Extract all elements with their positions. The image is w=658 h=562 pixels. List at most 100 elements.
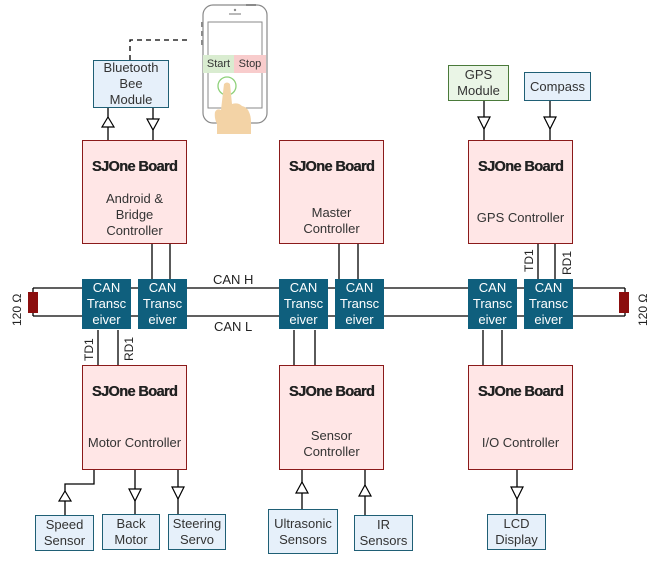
can-transceiver: CAN Transc eiver	[468, 279, 517, 329]
label-line: CAN	[148, 280, 177, 295]
sensor-controller-board: SJOne Board Sensor Controller	[279, 365, 384, 470]
label-line: Servo	[180, 532, 214, 547]
board-title: SJOne Board	[288, 159, 375, 175]
label-line: Module	[457, 83, 500, 98]
label-line: Controller	[303, 444, 360, 459]
label-line: Display	[495, 532, 538, 547]
label-line: eiver	[289, 312, 318, 327]
label-line: Sensors	[359, 533, 408, 548]
label-line: Transc	[86, 296, 127, 311]
label-line: Steering	[172, 516, 222, 531]
speed-sensor: Speed Sensor	[35, 515, 94, 551]
android-bridge-controller-board: SJOne Board Android & Bridge Controller	[82, 140, 187, 244]
label-line: Motor	[114, 532, 148, 547]
label-line: Transc	[283, 296, 324, 311]
label-line: Bridge	[115, 207, 154, 222]
stop-button[interactable]: Stop	[234, 55, 266, 73]
board-name: I/O Controller	[478, 435, 563, 451]
compass-module: Compass	[524, 72, 591, 101]
arrow-up-icon	[357, 483, 373, 497]
arrow-up-icon	[57, 489, 73, 502]
start-button[interactable]: Start	[203, 55, 234, 73]
right-terminator-resistor	[619, 292, 629, 313]
label-line: GPS Controller	[476, 210, 565, 225]
board-title: SJOne Board	[288, 384, 375, 400]
label-line: Transc	[472, 296, 513, 311]
arrow-up-icon	[100, 115, 116, 128]
wire	[64, 470, 95, 516]
gps-controller-board: SJOne Board GPS Controller	[468, 140, 573, 244]
label-line: Module	[109, 92, 153, 107]
label-line: Sensor	[310, 428, 353, 443]
io-controller-board: SJOne Board I/O Controller	[468, 365, 573, 470]
label-line: Transc	[142, 296, 183, 311]
td1-label: TD1	[82, 338, 96, 361]
bluetooth-bee-module: Bluetooth Bee Module	[93, 60, 169, 108]
master-controller-board: SJOne Board Master Controller	[279, 140, 384, 244]
arrow-down-icon	[543, 116, 557, 131]
label-line: Sensors	[279, 531, 327, 547]
label-line: eiver	[345, 312, 374, 327]
label-line: Motor Controller	[87, 435, 182, 450]
label-line: eiver	[478, 312, 507, 327]
label-line: Bee	[119, 76, 143, 91]
label-line: IR	[377, 517, 390, 532]
can-transceiver: CAN Transc eiver	[524, 279, 573, 329]
label-line: Android &	[105, 191, 164, 206]
label-line: GPS	[464, 67, 493, 82]
label-line: Back	[116, 516, 146, 531]
label-line: CAN	[345, 280, 374, 295]
board-name: Android & Bridge Controller	[102, 191, 167, 239]
label-line: CAN	[534, 280, 563, 295]
label-line: eiver	[148, 312, 177, 327]
label-line: Master	[311, 205, 352, 220]
can-transceiver: CAN Transc eiver	[138, 279, 187, 329]
label-line: Controller	[106, 223, 163, 238]
arrow-down-icon	[477, 116, 491, 131]
label-line: CAN	[92, 280, 121, 295]
arrow-up-icon	[294, 480, 310, 494]
td1-label: TD1	[522, 249, 536, 272]
arrow-down-icon	[145, 118, 161, 132]
can-l-label: CAN L	[214, 319, 253, 334]
arrow-down-icon	[128, 488, 142, 503]
board-title: SJOne Board	[91, 159, 178, 175]
steering-servo: Steering Servo	[168, 514, 226, 550]
label-line: CAN	[289, 280, 318, 295]
label-line: I/O Controller	[481, 435, 560, 450]
label-line: Compass	[530, 78, 585, 94]
label-line: Ultrasonic	[274, 515, 332, 531]
board-name: Master Controller	[299, 205, 363, 237]
label-line: Sensor	[43, 533, 86, 548]
board-title: SJOne Board	[477, 384, 564, 400]
can-transceiver: CAN Transc eiver	[279, 279, 328, 329]
lcd-display: LCD Display	[487, 514, 546, 550]
label-line: CAN	[478, 280, 507, 295]
rd1-label: RD1	[122, 336, 136, 361]
motor-controller-board: SJOne Board Motor Controller	[82, 365, 187, 470]
board-title: SJOne Board	[91, 384, 178, 400]
wireless-link	[129, 39, 188, 60]
ir-sensors: IR Sensors	[354, 515, 413, 551]
can-transceiver: CAN Transc eiver	[82, 279, 131, 329]
label-line: Transc	[339, 296, 380, 311]
left-terminator-resistor	[28, 292, 38, 313]
label-line: LCD	[503, 516, 530, 531]
rd1-label: RD1	[560, 250, 574, 275]
label-line: Transc	[528, 296, 569, 311]
label-line: Controller	[303, 221, 360, 236]
left-terminator-label: 120 Ω	[10, 293, 24, 326]
arrow-down-icon	[171, 486, 185, 501]
ultrasonic-sensors: Ultrasonic Sensors	[268, 509, 338, 554]
can-h-label: CAN H	[213, 272, 254, 287]
label-line: Bluetooth	[103, 60, 159, 75]
label-line: Speed	[45, 517, 84, 532]
can-transceiver: CAN Transc eiver	[335, 279, 384, 329]
board-name: Sensor Controller	[299, 428, 363, 460]
board-name: GPS Controller	[473, 210, 568, 226]
right-terminator-label: 120 Ω	[636, 293, 650, 326]
gps-module: GPS Module	[448, 65, 509, 101]
board-title: SJOne Board	[477, 159, 564, 175]
board-name: Motor Controller	[84, 435, 185, 451]
back-motor: Back Motor	[102, 514, 160, 550]
